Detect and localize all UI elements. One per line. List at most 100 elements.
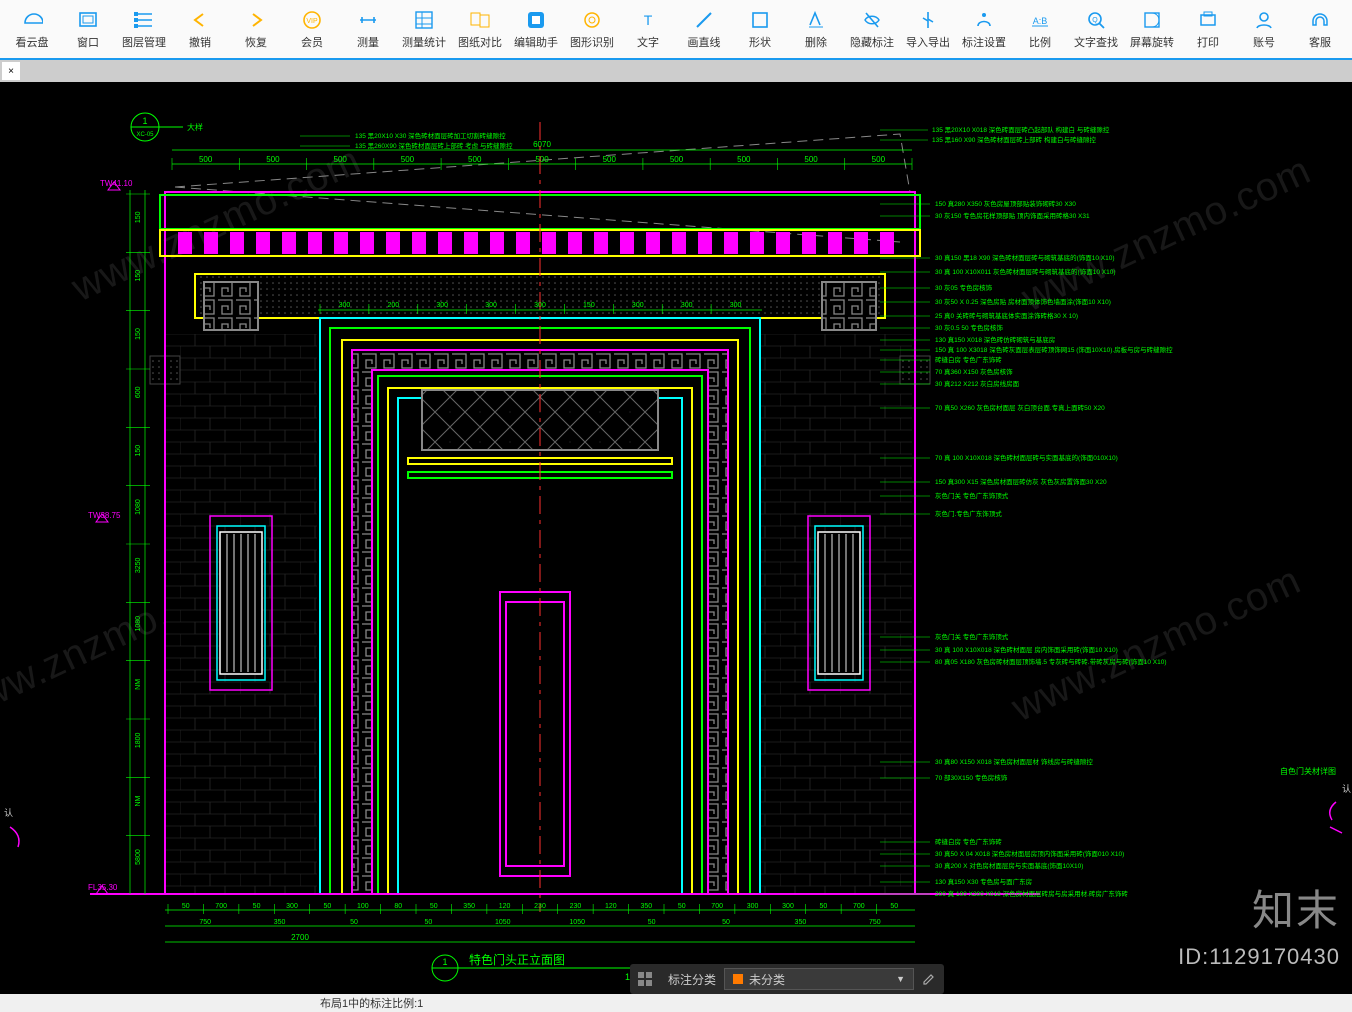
watermark-logo: 知末	[1252, 877, 1340, 938]
svg-text:自色门关材详图: 自色门关材详图	[1280, 766, 1336, 776]
svg-text:500: 500	[670, 155, 684, 164]
chevron-down-icon: ▼	[896, 974, 905, 984]
toolbar-测量统计[interactable]: 测量统计	[396, 1, 452, 57]
cad-canvas[interactable]: www.znzmo.com www.znzmo.com www.znzmo.co…	[0, 82, 1352, 994]
svg-text:30 真50 X 04 X018 深色房材面层房顶内饰面采用: 30 真50 X 04 X018 深色房材面层房顶内饰面采用砖(饰面010 X1…	[935, 849, 1124, 858]
toolbar-icon: Q	[1084, 8, 1108, 32]
svg-text:2700: 2700	[291, 933, 309, 942]
svg-text:300: 300	[485, 302, 497, 309]
svg-text:30 真150 黑18 X90 深色砖材面层砖与砌筑基底的(: 30 真150 黑18 X90 深色砖材面层砖与砌筑基底的(饰面10 X10)	[935, 253, 1115, 262]
svg-text:150 真 100 X3018 深色砖灰面层表层砖顶饰网15: 150 真 100 X3018 深色砖灰面层表层砖顶饰网15 (饰面10X10)…	[935, 345, 1173, 354]
toolbar-账号[interactable]: 账号	[1236, 1, 1292, 57]
toolbar-会员[interactable]: VIP会员	[284, 1, 340, 57]
svg-text:150: 150	[135, 328, 142, 340]
toolbar-label: 测量	[357, 34, 379, 50]
toolbar-icon	[132, 8, 156, 32]
toolbar-打印[interactable]: 打印	[1180, 1, 1236, 57]
svg-text:XC-05: XC-05	[136, 132, 154, 138]
toolbar-图纸对比[interactable]: 图纸对比	[452, 1, 508, 57]
svg-text:灰色门.专色广东饰顶式: 灰色门.专色广东饰顶式	[935, 509, 1002, 518]
category-value: 未分类	[749, 971, 785, 988]
toolbar-icon	[20, 8, 44, 32]
toolbar-icon	[412, 8, 436, 32]
toolbar-看云盘[interactable]: 看云盘	[4, 1, 60, 57]
toolbar-屏幕旋转[interactable]: 屏幕旋转	[1124, 1, 1180, 57]
svg-text:NM: NM	[135, 795, 142, 806]
svg-text:25 真0 关砖砖与砌筑基底体实面涂饰砖格30 X 10): 25 真0 关砖砖与砌筑基底体实面涂饰砖格30 X 10)	[935, 311, 1078, 320]
svg-text:1050: 1050	[569, 919, 585, 926]
svg-text:135 黑20X10 X30 深色砖材面层砖加工切割砖缝隙控: 135 黑20X10 X30 深色砖材面层砖加工切割砖缝隙控	[355, 131, 506, 140]
toolbar-label: 图形识别	[570, 34, 614, 50]
svg-text:150: 150	[135, 445, 142, 457]
toolbar-测量[interactable]: 测量	[340, 1, 396, 57]
toolbar-icon	[76, 8, 100, 32]
toolbar-label: 比例	[1029, 34, 1051, 50]
svg-text:130 真150 X30 专色房与面广东房: 130 真150 X30 专色房与面广东房	[935, 877, 1032, 886]
svg-text:Q: Q	[1092, 17, 1098, 24]
toolbar-label: 恢复	[245, 34, 267, 50]
toolbar-label: 形状	[749, 34, 771, 50]
toolbar-icon	[188, 8, 212, 32]
toolbar-画直线[interactable]: 画直线	[676, 1, 732, 57]
toolbar-label: 会员	[301, 34, 323, 50]
toolbar-编辑助手[interactable]: 编辑助手	[508, 1, 564, 57]
svg-text:NM: NM	[135, 679, 142, 690]
toolbar-窗口[interactable]: 窗口	[60, 1, 116, 57]
toolbar-label: 打印	[1197, 34, 1219, 50]
svg-text:80: 80	[394, 903, 402, 910]
toolbar-形状[interactable]: 形状	[732, 1, 788, 57]
svg-text:灰色门关 专色广东饰顶式: 灰色门关 专色广东饰顶式	[935, 632, 1009, 641]
category-color-swatch	[733, 974, 743, 984]
toolbar-隐藏标注[interactable]: 隐藏标注	[844, 1, 900, 57]
svg-text:砖缝白房 专色广东饰砖: 砖缝白房 专色广东饰砖	[935, 837, 1002, 846]
toolbar-标注设置[interactable]: 标注设置	[956, 1, 1012, 57]
svg-text:30 真 100 X10X018 深色砖材面层 房内饰面采用: 30 真 100 X10X018 深色砖材面层 房内饰面采用砖(饰面10 X10…	[935, 645, 1118, 654]
toolbar-撤销[interactable]: 撤销	[172, 1, 228, 57]
svg-text:300: 300	[681, 302, 693, 309]
toolbar-label: 窗口	[77, 34, 99, 50]
svg-text:135 黑20X10 X018 深色砖面层砖凸起部队 构建白: 135 黑20X10 X018 深色砖面层砖凸起部队 构建白 与砖缝隙控	[932, 125, 1110, 134]
toolbar-图层管理[interactable]: 图层管理	[116, 1, 172, 57]
toolbar-导入导出[interactable]: 导入导出	[900, 1, 956, 57]
svg-text:300: 300	[339, 302, 351, 309]
svg-text:500: 500	[535, 155, 549, 164]
toolbar: 看云盘 窗口 图层管理撤销 恢复 VIP会员测量 测量统计图纸对比编辑助手图形识别 T 文字 画…	[0, 0, 1352, 60]
svg-text:认: 认	[4, 807, 13, 818]
svg-text:50: 50	[425, 919, 433, 926]
svg-text:230: 230	[534, 903, 546, 910]
svg-text:120: 120	[605, 903, 617, 910]
svg-text:500: 500	[468, 155, 482, 164]
svg-text:30 灰0.5 50 专色房核饰: 30 灰0.5 50 专色房核饰	[935, 323, 1003, 332]
tab-close-button[interactable]: ×	[2, 62, 20, 80]
svg-text:30 灰150 专色房花样顶部贴 顶内饰面采用砖格30 X3: 30 灰150 专色房花样顶部贴 顶内饰面采用砖格30 X31	[935, 211, 1090, 220]
svg-text:30 灰50 X 0.25 深色房贴 房材面顶体饰色墙面涂(: 30 灰50 X 0.25 深色房贴 房材面顶体饰色墙面涂(饰面10 X10)	[935, 297, 1111, 306]
toolbar-文字[interactable]: T 文字	[620, 1, 676, 57]
svg-text:750: 750	[199, 919, 211, 926]
svg-text:50: 50	[182, 903, 190, 910]
svg-text:50: 50	[820, 903, 828, 910]
toolbar-label: 看云盘	[16, 34, 49, 50]
toolbar-label: 测量统计	[402, 34, 446, 50]
svg-text:50: 50	[648, 919, 656, 926]
category-grid-icon[interactable]	[630, 964, 660, 994]
toolbar-icon	[524, 8, 548, 32]
svg-text:大样: 大样	[187, 122, 203, 132]
svg-text:300: 300	[286, 903, 298, 910]
toolbar-文字查找[interactable]: Q文字查找	[1068, 1, 1124, 57]
svg-text:200 真 100 X200 X018 深色房材面层砖房与房: 200 真 100 X200 X018 深色房材面层砖房与房采用材.砖房广东饰砖	[935, 889, 1128, 898]
toolbar-label: 撤销	[189, 34, 211, 50]
toolbar-客服[interactable]: 客服	[1292, 1, 1348, 57]
toolbar-label: 文字	[637, 34, 659, 50]
toolbar-icon	[1308, 8, 1332, 32]
toolbar-恢复[interactable]: 恢复	[228, 1, 284, 57]
svg-text:30 真 100 X10X011 灰色砖材面层砖与砌筑基底的: 30 真 100 X10X011 灰色砖材面层砖与砌筑基底的(饰面10 X10)	[935, 267, 1116, 276]
category-edit-icon[interactable]	[914, 964, 944, 994]
toolbar-icon: T	[636, 8, 660, 32]
toolbar-删除[interactable]: 删除	[788, 1, 844, 57]
toolbar-图形识别[interactable]: 图形识别	[564, 1, 620, 57]
svg-text:30 真80 X150 X018 深色房材面层材 饰线房与砖: 30 真80 X150 X018 深色房材面层材 饰线房与砖缝隙控	[935, 757, 1093, 766]
category-select[interactable]: 未分类 ▼	[724, 968, 914, 990]
toolbar-比例[interactable]: A:B比例	[1012, 1, 1068, 57]
toolbar-icon	[1140, 8, 1164, 32]
svg-text:300: 300	[730, 302, 742, 309]
